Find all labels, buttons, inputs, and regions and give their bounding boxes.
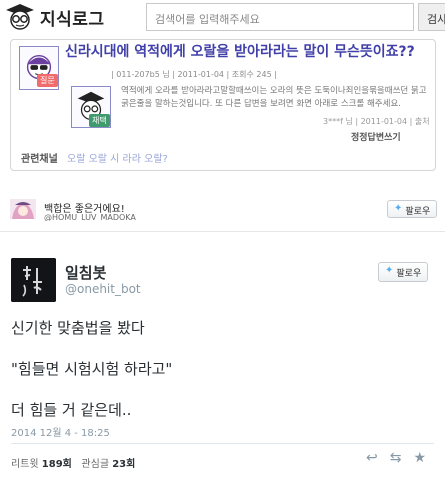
bot-avatar-calligraphy-icon: [11, 258, 56, 302]
kin-search-input[interactable]: 검색어를 입력해주세요: [146, 3, 414, 31]
kin-search-button[interactable]: 검사: [418, 3, 445, 31]
tweet-author-name[interactable]: 일침봇: [65, 262, 106, 283]
follow-button-label: 팔로우: [405, 207, 431, 217]
answer-badge: 채택: [89, 114, 110, 127]
previous-follow-button[interactable]: ✦ 팔로우: [387, 200, 438, 218]
likes-label: 관심글: [81, 459, 110, 470]
reply-icon[interactable]: ↩: [366, 450, 378, 466]
tweet-actions: ↩ ⇆ ★: [366, 450, 426, 466]
related-channel-label: 관련채널: [21, 154, 58, 165]
tweet-author-handle[interactable]: @onehit_bot: [65, 282, 141, 296]
kin-header: 지식로그 검색어를 입력해주세요 검사: [0, 0, 445, 36]
previous-tweet-author: 백합은 좋은거에요! @HOMU_LUV_MADOKA ✦ 팔로우: [0, 197, 445, 223]
question-title[interactable]: 신라시대에 역적에게 오랄을 받아라라는 말이 무슨뜻이죠??: [65, 44, 429, 61]
retweet-icon[interactable]: ⇆: [390, 450, 402, 466]
related-channel-links[interactable]: 오랄 오랄 시 라라 오랄?: [67, 154, 168, 165]
previous-author-handle[interactable]: @HOMU_LUV_MADOKA: [44, 213, 136, 221]
follow-button-label: 팔로우: [396, 269, 422, 279]
retweets-count[interactable]: 189회: [42, 459, 72, 470]
favorite-icon[interactable]: ★: [413, 450, 426, 466]
answer-text: 역적에게 오라를 받아라라고말할때쓰이는 오라의 뜻은 도둑이나죄인을묶을때쓰던…: [121, 86, 427, 109]
related-channel-row: 관련채널 오랄 오랄 시 라라 오랄?: [21, 150, 168, 165]
tweet-follow-button[interactable]: ✦ 팔로우: [378, 262, 429, 282]
logo-face-icon: [6, 4, 34, 30]
likes-count[interactable]: 23회: [112, 459, 135, 470]
tweet-text-line: 더 힘들 거 같은데..: [11, 401, 132, 419]
tweet-text-line: 신기한 맞춤법을 봤다: [11, 319, 145, 337]
question-badge: 질문: [37, 74, 58, 87]
retweets-label: 리트윗: [11, 459, 39, 470]
tweet-stats: 리트윗 189회 관심글 23회: [11, 455, 135, 470]
twitter-bird-icon: ✦: [394, 203, 403, 214]
answer-meta: 3***f 님 | 2011-01-04 | 출처: [323, 117, 430, 126]
bot-avatar[interactable]: [11, 258, 56, 302]
tweet-separator: [11, 443, 434, 444]
kin-logo-text: 지식로그: [40, 10, 105, 30]
divider: [0, 231, 445, 232]
twitter-bird-icon: ✦: [385, 265, 394, 276]
kin-qa-card: 질문 신라시대에 역적에게 오랄을 받아라라는 말이 무슨뜻이죠?? | 011…: [10, 39, 436, 171]
question-meta: | 011-207b5 님 | 2011-01-04 | 조회수 245 |: [111, 70, 277, 79]
tweet-text-line: "힘들면 시험시험 하라고": [11, 360, 173, 378]
anime-avatar-icon: [10, 199, 36, 219]
kin-screenshot: 지식로그 검색어를 입력해주세요 검사 질문 신라시대에 역적에게 오랄을 받아…: [0, 0, 445, 192]
tweet-timestamp[interactable]: 2014 12월 4 - 18:25: [11, 424, 110, 439]
correct-answer-link[interactable]: 정정답변쓰기: [351, 130, 401, 143]
